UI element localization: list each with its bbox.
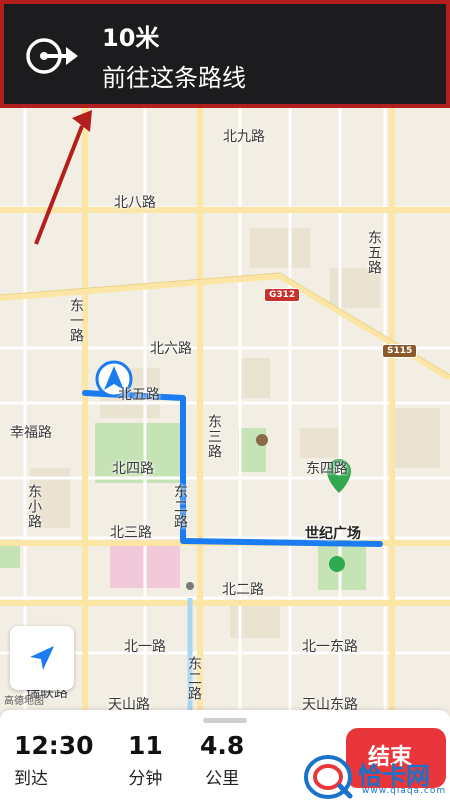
- highway-shield-s115: S115: [382, 344, 418, 358]
- road-label: 北六路: [150, 341, 192, 357]
- road-label: 北四路: [112, 461, 154, 477]
- road-label: 天山路: [108, 697, 150, 710]
- locate-me-button[interactable]: [10, 626, 74, 690]
- road-label: 东二路: [186, 656, 202, 701]
- brand-url: www.qiaqa.com: [362, 786, 447, 796]
- map-provider-watermark: 高德地图: [4, 696, 44, 707]
- duration-label: 分钟: [128, 769, 163, 789]
- distance-stat: 4.8 公里: [200, 731, 245, 790]
- road-label: 幸福路: [10, 425, 52, 441]
- poi-label[interactable]: 世纪广场: [305, 523, 361, 543]
- road-label: 东二路: [172, 484, 188, 529]
- site-watermark: 恰卡网 www.qiaqa.com: [300, 752, 450, 800]
- distance-km: 4.8: [200, 731, 245, 760]
- road-label: 东四路: [306, 461, 348, 477]
- panel-grabber-handle[interactable]: [203, 718, 247, 723]
- road-label: 北三路: [110, 525, 152, 541]
- duration-minutes: 11: [128, 731, 163, 760]
- road-label: 东小路: [26, 484, 42, 529]
- duration-stat: 11 分钟: [128, 731, 163, 790]
- road-label: 北二路: [222, 582, 264, 598]
- navigation-banner[interactable]: 10米 前往这条路线: [0, 0, 450, 108]
- brand-logo-icon: [304, 755, 353, 799]
- highway-shield-g312: G312: [264, 288, 301, 302]
- road-label: 北一东路: [302, 639, 358, 655]
- turn-right-icon: [26, 38, 78, 74]
- road-label: 东一路: [68, 298, 84, 343]
- distance-label: 公里: [205, 769, 240, 789]
- map-view[interactable]: 北九路 北八路 东五路 东一路 北六路 北五路 幸福路 东三路 北四路 东四路 …: [0, 108, 450, 710]
- road-label: 北八路: [114, 195, 156, 211]
- map-base: [0, 108, 450, 710]
- arrival-label: 到达: [14, 769, 48, 789]
- road-label: 东三路: [206, 414, 222, 459]
- maneuver-distance: 10米: [102, 24, 160, 52]
- road-label: 天山东路: [302, 697, 358, 710]
- road-label: 北一路: [124, 639, 166, 655]
- road-label: 北五路: [118, 387, 160, 403]
- maneuver-instruction: 前往这条路线: [102, 64, 246, 92]
- arrival-stat: 12:30 到达: [14, 731, 94, 790]
- road-label: 东五路: [366, 230, 382, 275]
- location-arrow-icon: [30, 646, 54, 670]
- road-label: 北九路: [223, 129, 265, 145]
- arrival-time: 12:30: [14, 731, 94, 760]
